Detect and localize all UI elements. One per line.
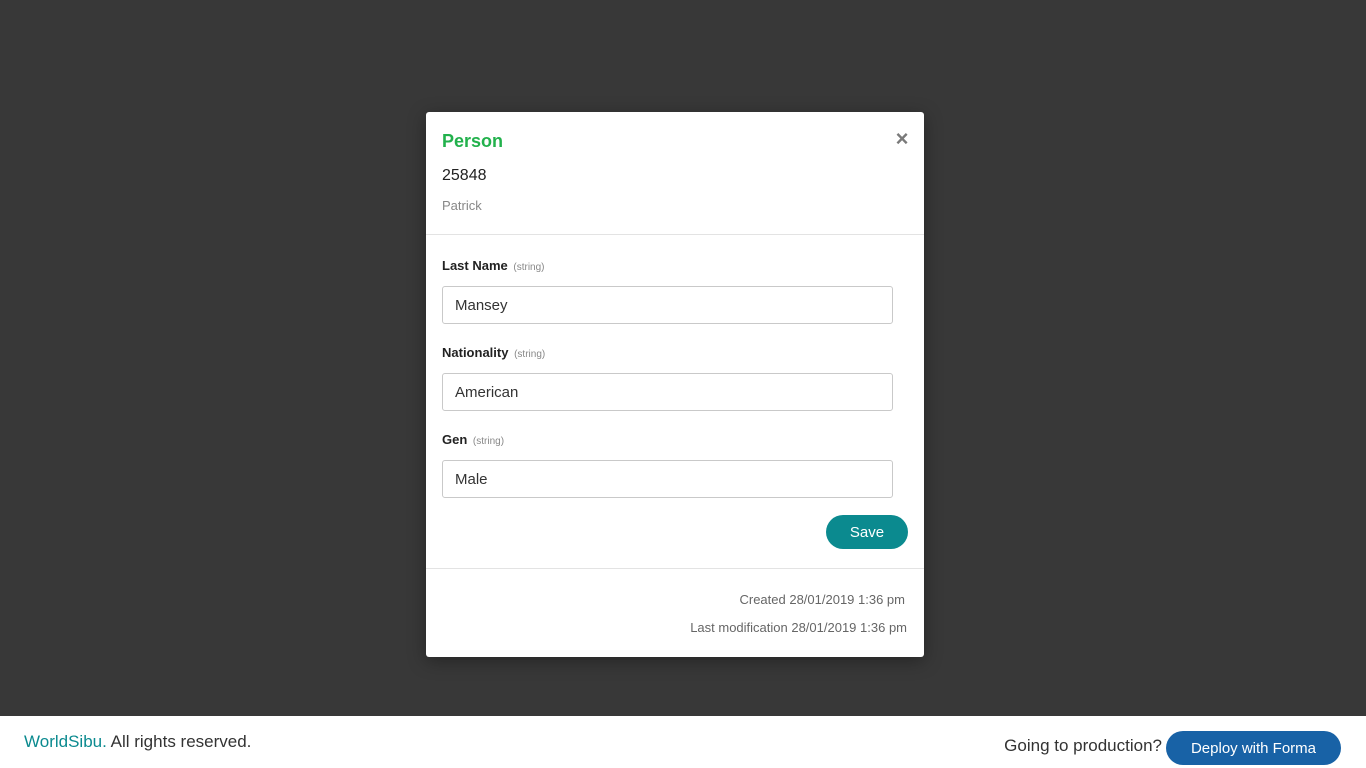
- gen-input[interactable]: [442, 460, 893, 498]
- record-subtitle: Patrick: [442, 198, 482, 213]
- modal-body: Last Name (string) Nationality (string) …: [426, 235, 924, 569]
- modified-timestamp: Last modification 28/01/2019 1:36 pm: [690, 620, 907, 635]
- production-prompt: Going to production?: [1004, 736, 1162, 755]
- created-timestamp: Created 28/01/2019 1:36 pm: [739, 592, 905, 607]
- record-id: 25848: [442, 167, 487, 184]
- field-type: (string): [514, 349, 546, 360]
- person-modal: Person × 25848 Patrick Last Name (string…: [426, 112, 924, 657]
- field-last-name: Last Name (string): [442, 257, 893, 324]
- rights-text: All rights reserved.: [106, 732, 252, 751]
- field-label-text: Gen: [442, 432, 468, 447]
- last-name-input[interactable]: [442, 286, 893, 324]
- field-label-text: Nationality: [442, 345, 509, 360]
- field-gen: Gen (string): [442, 431, 893, 498]
- modal-footer: Created 28/01/2019 1:36 pm Last modifica…: [426, 569, 924, 657]
- field-label-text: Last Name: [442, 258, 508, 273]
- page-footer: WorldSibu. All rights reserved. Going to…: [0, 716, 1366, 768]
- field-label: Gen (string): [442, 431, 893, 449]
- field-nationality: Nationality (string): [442, 344, 893, 411]
- nationality-input[interactable]: [442, 373, 893, 411]
- modal-header: Person × 25848 Patrick: [426, 112, 924, 235]
- copyright-text: WorldSibu. All rights reserved.: [24, 732, 251, 752]
- brand-link[interactable]: WorldSibu.: [24, 732, 107, 751]
- save-button[interactable]: Save: [826, 515, 908, 549]
- field-type: (string): [472, 436, 505, 447]
- modal-title: Person: [442, 131, 504, 151]
- field-label: Nationality (string): [442, 344, 893, 362]
- deploy-button[interactable]: Deploy with Forma: [1166, 731, 1341, 765]
- close-icon[interactable]: ×: [894, 128, 910, 150]
- field-label: Last Name (string): [442, 257, 893, 275]
- field-type: (string): [513, 262, 545, 273]
